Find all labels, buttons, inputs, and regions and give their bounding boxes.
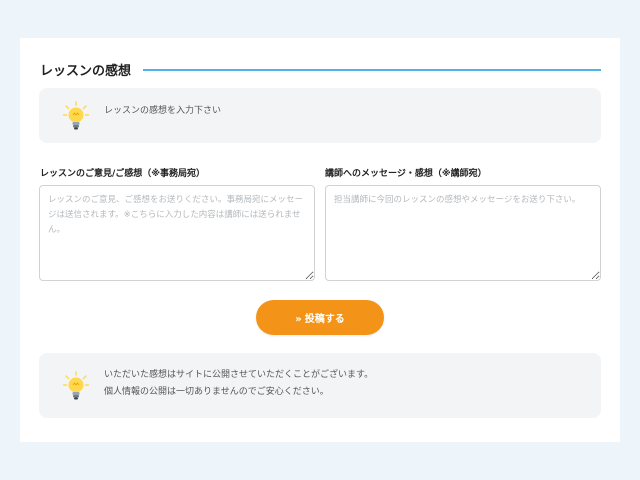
section-header: レッスンの感想 — [40, 59, 601, 79]
lesson-feedback-card: レッスンの感想 レッスンの感想を入力下さい レッスンのご意見/ご感想（※事務局宛… — [20, 38, 620, 442]
office-feedback-textarea[interactable] — [39, 185, 315, 281]
intro-info-box: レッスンの感想を入力下さい — [39, 88, 601, 143]
lightbulb-icon — [63, 371, 89, 400]
teacher-message-textarea[interactable] — [325, 185, 601, 281]
notice-line: 個人情報の公開は一切ありませんのでご安心ください。 — [104, 387, 329, 397]
office-feedback-label: レッスンのご意見/ご感想（※事務局宛） — [40, 169, 206, 179]
chevron-double-right-icon: » — [295, 314, 302, 325]
submit-button[interactable]: » 投稿する — [256, 300, 384, 335]
notice-text: いただいた感想はサイトに公開させていただくことがございます。 個人情報の公開は一… — [104, 367, 373, 401]
lightbulb-icon — [63, 101, 89, 130]
section-title-rule — [143, 68, 601, 71]
intro-text: レッスンの感想を入力下さい — [104, 106, 222, 116]
section-title: レッスンの感想 — [40, 63, 132, 79]
notice-info-box: いただいた感想はサイトに公開させていただくことがございます。 個人情報の公開は一… — [39, 353, 601, 418]
teacher-message-label: 講師へのメッセージ・感想（※講師宛） — [325, 169, 487, 179]
notice-line: いただいた感想はサイトに公開させていただくことがございます。 — [104, 370, 374, 380]
submit-button-label: 投稿する — [304, 314, 345, 325]
